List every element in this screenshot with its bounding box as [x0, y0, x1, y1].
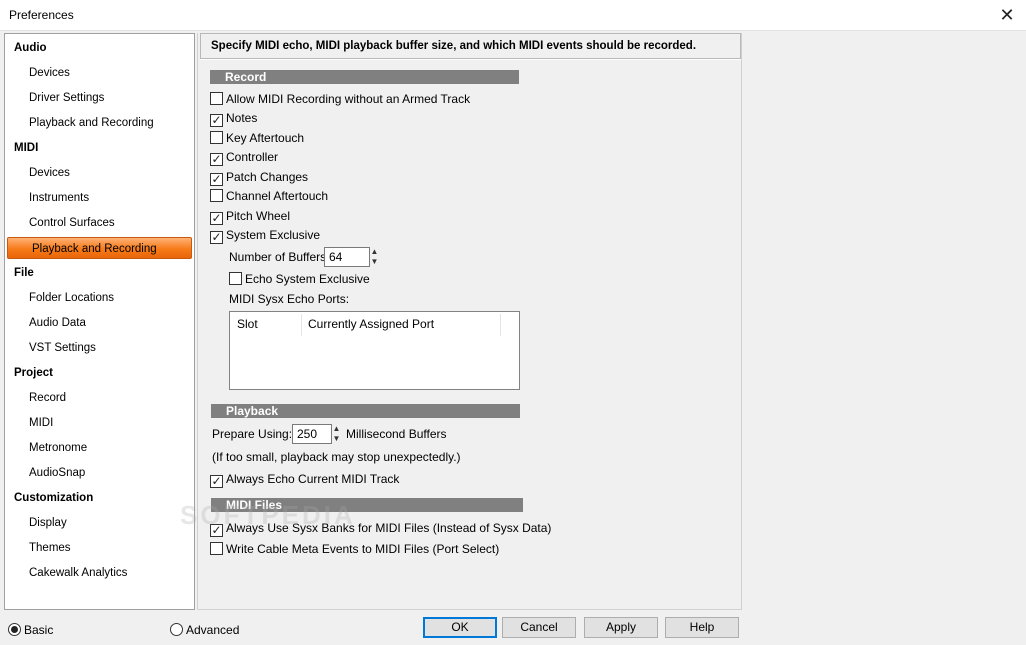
help-button[interactable]: Help [665, 617, 739, 638]
checkbox-label: Always Use Sysx Banks for MIDI Files (In… [226, 521, 552, 535]
buffer-warning-note: (If too small, playback may stop unexpec… [212, 450, 461, 464]
nav-item-metronome[interactable]: Metronome [5, 437, 194, 459]
number-of-buffers-label: Number of Buffers: [229, 250, 330, 264]
playback-section-header: Playback [211, 404, 520, 418]
cancel-button[interactable]: Cancel [502, 617, 576, 638]
millisecond-buffers-label: Millisecond Buffers [346, 427, 447, 441]
write-cable-meta-checkbox[interactable]: Write Cable Meta Events to MIDI Files (P… [210, 541, 499, 557]
radio-icon[interactable] [170, 623, 183, 636]
spin-up-icon[interactable]: ▲ [332, 424, 341, 434]
page-description: Specify MIDI echo, MIDI playback buffer … [200, 33, 741, 59]
checkbox-label: Allow MIDI Recording without an Armed Tr… [226, 92, 471, 106]
title-bar: Preferences ✕ [0, 0, 1026, 31]
window-title: Preferences [9, 8, 74, 22]
checkbox-box[interactable] [210, 542, 223, 555]
apply-button[interactable]: Apply [584, 617, 658, 638]
buffers-spinner[interactable]: ▲ ▼ [370, 247, 379, 267]
column-header-assigned-port[interactable]: Currently Assigned Port [301, 312, 434, 336]
nav-item-audio-playback-recording[interactable]: Playback and Recording [5, 112, 194, 134]
check-icon[interactable]: ✓ [210, 114, 223, 127]
nav-item-vst-settings[interactable]: VST Settings [5, 337, 194, 359]
sysx-echo-ports-list[interactable]: Slot Currently Assigned Port [229, 311, 520, 390]
check-icon[interactable]: ✓ [210, 212, 223, 225]
channel-aftertouch-checkbox[interactable]: Channel Aftertouch [210, 188, 328, 204]
checkbox-label: Echo System Exclusive [245, 272, 370, 286]
column-header-slot[interactable]: Slot [230, 312, 258, 336]
nav-item-record[interactable]: Record [5, 387, 194, 409]
nav-item-themes[interactable]: Themes [5, 537, 194, 559]
use-sysx-banks-checkbox[interactable]: ✓ Always Use Sysx Banks for MIDI Files (I… [210, 520, 552, 537]
check-icon[interactable]: ✓ [210, 475, 223, 488]
checkbox-box[interactable] [229, 272, 242, 285]
number-of-buffers-input[interactable]: 64 [324, 247, 370, 267]
nav-item-audiosnap[interactable]: AudioSnap [5, 462, 194, 484]
nav-item-project-midi[interactable]: MIDI [5, 412, 194, 434]
nav-item-audio-devices[interactable]: Devices [5, 62, 194, 84]
advanced-radio[interactable]: Advanced [170, 622, 239, 638]
nav-item-folder-locations[interactable]: Folder Locations [5, 287, 194, 309]
nav-item-driver-settings[interactable]: Driver Settings [5, 87, 194, 109]
notes-checkbox[interactable]: ✓ Notes [210, 110, 258, 127]
nav-category-midi[interactable]: MIDI [5, 137, 194, 159]
nav-item-midi-playback-recording[interactable]: Playback and Recording [7, 237, 192, 259]
always-echo-checkbox[interactable]: ✓ Always Echo Current MIDI Track [210, 471, 400, 488]
checkbox-box[interactable] [210, 189, 223, 202]
check-icon[interactable]: ✓ [210, 231, 223, 244]
checkbox-label: System Exclusive [226, 228, 321, 242]
nav-item-control-surfaces[interactable]: Control Surfaces [5, 212, 194, 234]
sysx-echo-ports-label: MIDI Sysx Echo Ports: [229, 292, 350, 306]
radio-selected-icon[interactable] [8, 623, 21, 636]
nav-category-project[interactable]: Project [5, 362, 194, 384]
nav-item-audio-data[interactable]: Audio Data [5, 312, 194, 334]
nav-category-customization[interactable]: Customization [5, 487, 194, 509]
check-icon[interactable]: ✓ [210, 153, 223, 166]
close-icon[interactable]: ✕ [996, 4, 1018, 26]
system-exclusive-checkbox[interactable]: ✓ System Exclusive [210, 227, 321, 244]
spin-up-icon[interactable]: ▲ [370, 247, 379, 257]
nav-category-audio[interactable]: Audio [5, 37, 194, 59]
nav-item-display[interactable]: Display [5, 512, 194, 534]
record-section-header: Record [210, 70, 519, 84]
check-icon[interactable]: ✓ [210, 173, 223, 186]
basic-radio[interactable]: Basic [8, 622, 53, 638]
ok-button[interactable]: OK [423, 617, 497, 638]
checkbox-label: Pitch Wheel [226, 209, 291, 223]
radio-label: Advanced [186, 623, 240, 637]
checkbox-label: Notes [226, 111, 258, 125]
pitch-wheel-checkbox[interactable]: ✓ Pitch Wheel [210, 208, 291, 225]
prepare-spinner[interactable]: ▲ ▼ [332, 424, 341, 444]
nav-item-instruments[interactable]: Instruments [5, 187, 194, 209]
echo-system-exclusive-checkbox[interactable]: Echo System Exclusive [229, 271, 370, 287]
midi-files-section-header: MIDI Files [211, 498, 523, 512]
key-aftertouch-checkbox[interactable]: Key Aftertouch [210, 130, 304, 146]
patch-changes-checkbox[interactable]: ✓ Patch Changes [210, 169, 309, 186]
checkbox-label: Controller [226, 150, 279, 164]
spin-down-icon[interactable]: ▼ [332, 434, 341, 444]
allow-midi-recording-checkbox[interactable]: Allow MIDI Recording without an Armed Tr… [210, 91, 470, 107]
preferences-nav: Audio Devices Driver Settings Playback a… [4, 33, 195, 610]
nav-item-midi-devices[interactable]: Devices [5, 162, 194, 184]
check-icon[interactable]: ✓ [210, 524, 223, 537]
spin-down-icon[interactable]: ▼ [370, 257, 379, 267]
checkbox-label: Channel Aftertouch [226, 189, 329, 203]
checkbox-box[interactable] [210, 92, 223, 105]
controller-checkbox[interactable]: ✓ Controller [210, 149, 279, 166]
radio-label: Basic [24, 623, 54, 637]
checkbox-box[interactable] [210, 131, 223, 144]
nav-item-cakewalk-analytics[interactable]: Cakewalk Analytics [5, 562, 194, 584]
checkbox-label: Patch Changes [226, 170, 309, 184]
checkbox-label: Always Echo Current MIDI Track [226, 472, 400, 486]
nav-category-file[interactable]: File [5, 262, 194, 284]
prepare-using-label: Prepare Using: [212, 427, 293, 441]
checkbox-label: Key Aftertouch [226, 131, 305, 145]
checkbox-label: Write Cable Meta Events to MIDI Files (P… [226, 542, 500, 556]
prepare-using-input[interactable]: 250 [292, 424, 332, 444]
